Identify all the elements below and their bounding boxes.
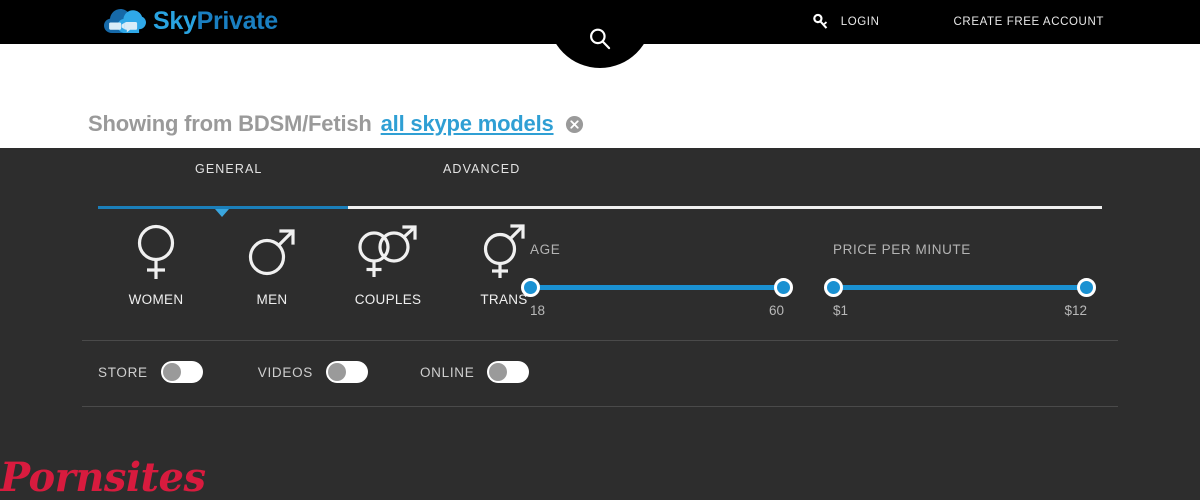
price-max-value: $12 bbox=[1064, 303, 1087, 318]
gender-label-trans: TRANS bbox=[480, 292, 528, 307]
header-actions: LOGIN CREATE FREE ACCOUNT bbox=[811, 0, 1104, 44]
price-slider-title: PRICE PER MINUTE bbox=[833, 242, 971, 257]
toggle-switch-store[interactable] bbox=[160, 361, 203, 383]
age-slider-track[interactable] bbox=[521, 278, 793, 297]
venus-icon bbox=[137, 224, 175, 279]
toggle-videos[interactable]: VIDEOS bbox=[258, 361, 368, 383]
toggle-switch-online[interactable] bbox=[487, 361, 530, 383]
key-icon bbox=[812, 13, 827, 29]
cloud-logo-icon bbox=[104, 9, 146, 33]
price-slider-handle-max[interactable] bbox=[1077, 278, 1096, 297]
search-icon bbox=[590, 28, 611, 50]
tab-advanced[interactable]: ADVANCED bbox=[443, 162, 520, 176]
age-max-value: 60 bbox=[768, 303, 784, 318]
gender-label-couples: COUPLES bbox=[354, 292, 422, 307]
gender-label-women: WOMEN bbox=[128, 292, 184, 307]
age-slider-handle-min[interactable] bbox=[521, 278, 540, 297]
logo-text-private: Private bbox=[196, 7, 279, 35]
toggle-switch-videos[interactable] bbox=[325, 361, 368, 383]
tab-caret-icon bbox=[215, 209, 229, 217]
toggle-label-online: ONLINE bbox=[419, 364, 475, 380]
toggle-knob-online bbox=[489, 363, 508, 381]
page-root: SkyPrivate LOGIN CREATE FREE ACCOUNT Sho… bbox=[0, 0, 1200, 500]
price-slider-track[interactable] bbox=[824, 278, 1096, 297]
filter-panel: GENERAL ADVANCED WOMEN MEN COUPLES TRANS… bbox=[0, 148, 1200, 500]
site-logo[interactable]: SkyPrivate bbox=[104, 6, 278, 36]
toggle-online[interactable]: ONLINE bbox=[419, 361, 530, 383]
price-slider-group: PRICE PER MINUTE $1 $12 bbox=[824, 242, 1096, 318]
divider-bottom bbox=[82, 406, 1118, 407]
tab-general[interactable]: GENERAL bbox=[195, 162, 262, 176]
gender-option-couples[interactable]: COUPLES bbox=[330, 221, 446, 307]
all-skype-models-link[interactable]: all skype models bbox=[381, 111, 554, 137]
price-min-value: $1 bbox=[833, 303, 849, 318]
toggle-label-videos: VIDEOS bbox=[257, 364, 313, 380]
trans-icon bbox=[483, 224, 525, 278]
gender-option-men[interactable]: MEN bbox=[214, 221, 330, 307]
gender-filter-row: WOMEN MEN COUPLES TRANS bbox=[98, 221, 562, 307]
toggle-label-store: STORE bbox=[98, 364, 148, 380]
age-slider-title: AGE bbox=[530, 242, 561, 257]
login-link[interactable]: LOGIN bbox=[841, 16, 880, 28]
mars-icon bbox=[248, 229, 295, 276]
toggle-knob-store bbox=[162, 363, 181, 381]
tab-labels: GENERAL ADVANCED bbox=[98, 162, 1102, 188]
showing-prefix-text: Showing from BDSM/Fetish bbox=[88, 111, 372, 136]
age-slider-values: 18 60 bbox=[530, 303, 784, 318]
toggle-filter-row: STORE VIDEOS ONLINE bbox=[98, 361, 530, 383]
tab-rail bbox=[98, 206, 1102, 217]
logo-text-sky: Sky bbox=[153, 7, 197, 35]
gender-option-women[interactable]: WOMEN bbox=[98, 221, 214, 307]
age-min-value: 18 bbox=[530, 303, 546, 318]
site-watermark: Pornsites bbox=[0, 454, 206, 500]
price-slider-values: $1 $12 bbox=[833, 303, 1087, 318]
create-free-account-link[interactable]: CREATE FREE ACCOUNT bbox=[954, 16, 1104, 28]
clear-circle-x-icon[interactable] bbox=[565, 115, 584, 134]
logo-wordmark: SkyPrivate bbox=[153, 6, 278, 36]
age-slider-group: AGE 18 60 bbox=[521, 242, 793, 318]
filter-tabs: GENERAL ADVANCED bbox=[98, 162, 1102, 217]
showing-inner: Showing from BDSM/Fetish all skype model… bbox=[88, 111, 584, 137]
venus-mars-interlocked-icon bbox=[358, 225, 417, 277]
toggle-store[interactable]: STORE bbox=[98, 361, 203, 383]
toggle-knob-videos bbox=[327, 363, 346, 381]
age-slider-handle-max[interactable] bbox=[774, 278, 793, 297]
divider-top bbox=[82, 340, 1118, 341]
price-slider-handle-min[interactable] bbox=[824, 278, 843, 297]
gender-label-men: MEN bbox=[256, 292, 288, 307]
